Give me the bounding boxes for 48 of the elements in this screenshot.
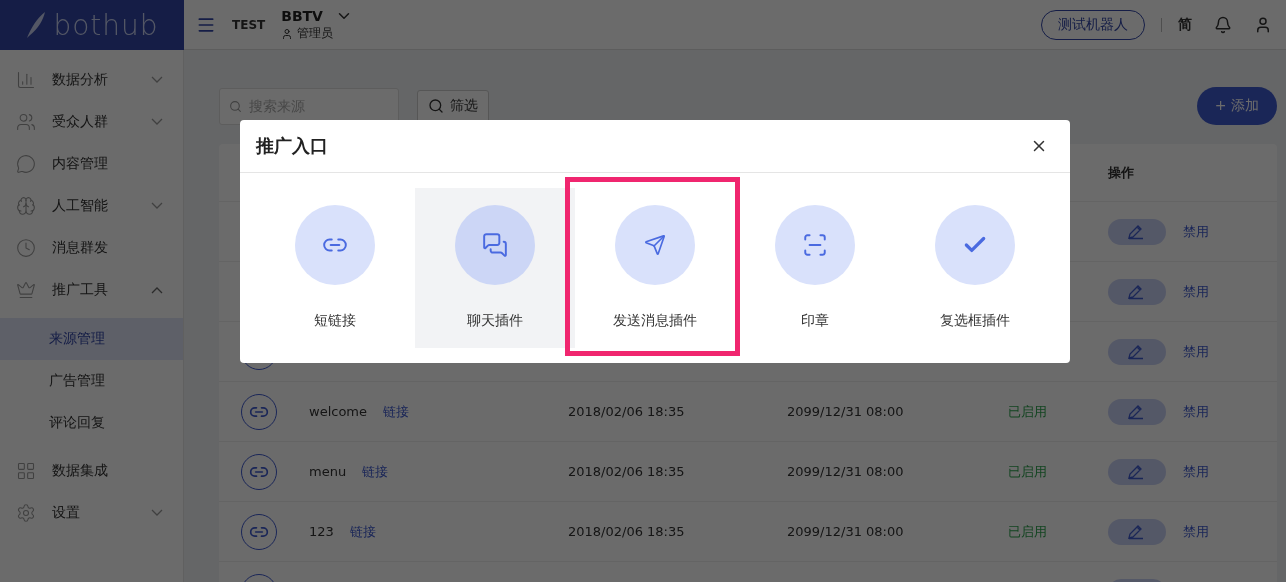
- source-name: welcome: [309, 404, 367, 419]
- sidebar-subitem[interactable]: 评论回复: [0, 402, 183, 444]
- dialog-title: 推广入口: [256, 134, 328, 158]
- add-button[interactable]: + 添加: [1196, 87, 1277, 125]
- sidebar-item[interactable]: 数据分析: [0, 59, 183, 101]
- sidebar-item[interactable]: 数据集成: [0, 450, 183, 492]
- disable-link[interactable]: 禁用: [1183, 222, 1209, 241]
- option-label: 复选框插件: [940, 312, 1010, 330]
- status-label: 已启用: [1008, 522, 1048, 541]
- table-cell-text: 2018/02/06 18:35: [568, 524, 686, 539]
- disable-link[interactable]: 禁用: [1183, 282, 1209, 301]
- sidebar-subitem[interactable]: 来源管理: [0, 318, 183, 360]
- status-label: 已启用: [1008, 402, 1048, 421]
- sidebar-item[interactable]: 人工智能: [0, 185, 183, 227]
- language-button[interactable]: 简: [1178, 15, 1192, 34]
- option-label: 印章: [801, 312, 829, 330]
- sidebar-item[interactable]: 推广工具: [0, 269, 183, 311]
- disable-link[interactable]: 禁用: [1183, 342, 1209, 361]
- disable-link[interactable]: 禁用: [1183, 402, 1209, 421]
- sidebar-item[interactable]: 内容管理: [0, 143, 183, 185]
- entry-option[interactable]: 聊天插件: [415, 188, 575, 348]
- filter-button[interactable]: 筛选: [417, 89, 489, 123]
- table-cell-text: 2099/12/31 08:00: [787, 464, 905, 479]
- table-cell-text: 2018/02/06 18:35: [568, 464, 686, 479]
- sidebar-item[interactable]: 设置: [0, 492, 183, 534]
- disable-link[interactable]: 禁用: [1183, 462, 1209, 481]
- column-header: 操作: [1108, 163, 1135, 182]
- disable-link[interactable]: 禁用: [1183, 522, 1209, 541]
- option-label: 发送消息插件: [613, 312, 697, 330]
- source-name: menu: [309, 464, 347, 479]
- option-label: 聊天插件: [467, 312, 523, 330]
- table-cell-text: 2018/02/06 18:35: [568, 404, 686, 419]
- sidebar-item[interactable]: 受众人群: [0, 101, 183, 143]
- link[interactable]: 链接: [349, 522, 376, 541]
- workspace-title: TEST: [232, 17, 266, 32]
- role-label: 管理员: [297, 25, 334, 42]
- sidebar-subitem[interactable]: 广告管理: [0, 360, 183, 402]
- robot-button[interactable]: 测试机器人: [1041, 9, 1145, 40]
- link[interactable]: 链接: [362, 462, 389, 481]
- sidebar-item[interactable]: 消息群发: [0, 227, 183, 269]
- status-label: 已启用: [1008, 462, 1048, 481]
- account-name[interactable]: BBTV: [281, 8, 323, 24]
- link[interactable]: 链接: [383, 402, 409, 421]
- source-name: 123: [309, 524, 334, 539]
- logo-text: bothub: [53, 8, 159, 42]
- option-label: 短链接: [314, 312, 356, 330]
- table-cell-text: 2099/12/31 08:00: [787, 404, 905, 419]
- table-cell-text: 2099/12/31 08:00: [787, 524, 905, 539]
